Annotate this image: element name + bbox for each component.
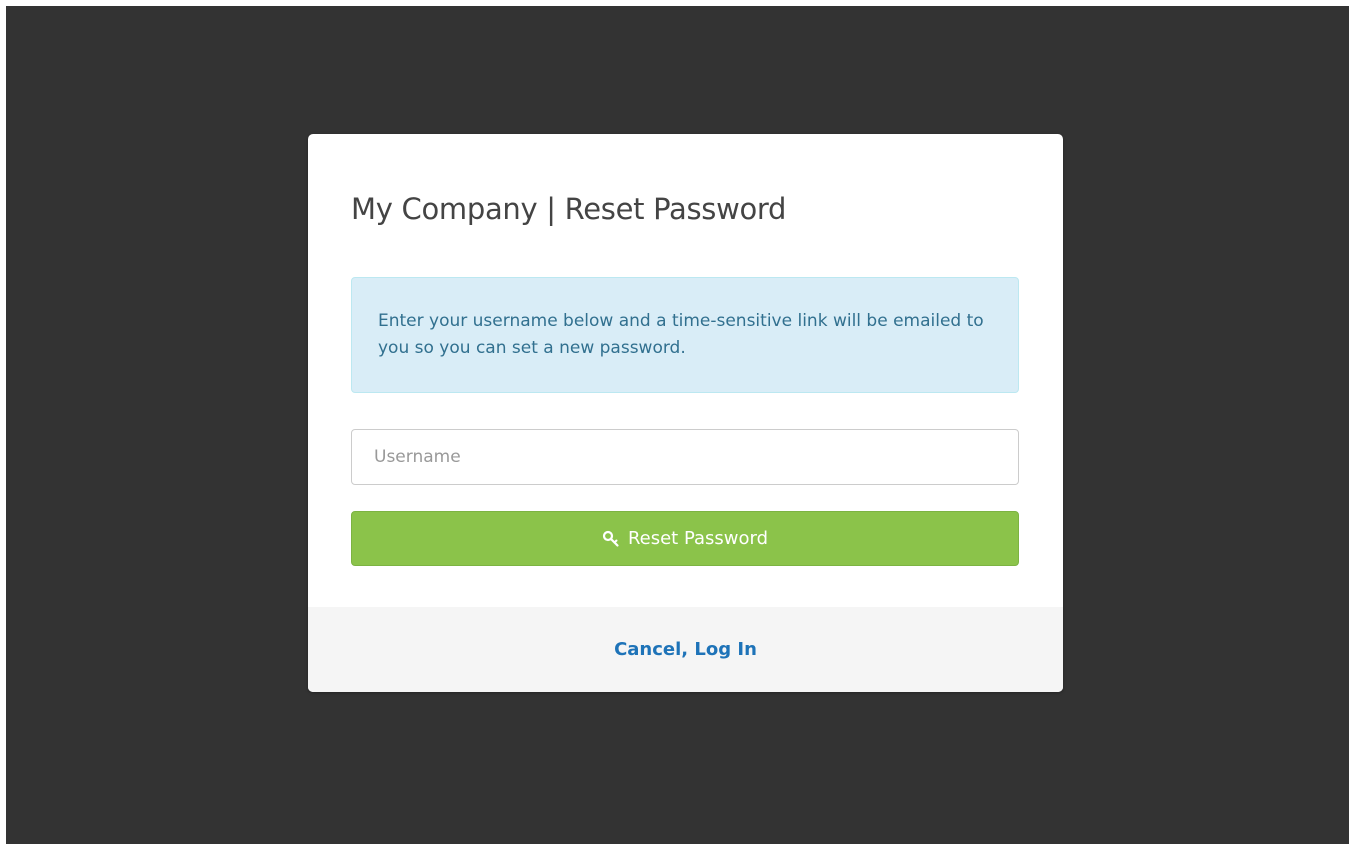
page-title: My Company | Reset Password bbox=[351, 192, 787, 226]
modal-footer: Cancel, Log In bbox=[308, 607, 1063, 692]
username-input[interactable] bbox=[351, 429, 1019, 485]
info-alert: Enter your username below and a time-sen… bbox=[351, 277, 1019, 393]
info-alert-text: Enter your username below and a time-sen… bbox=[378, 311, 984, 358]
reset-password-button[interactable]: Reset Password bbox=[351, 511, 1019, 566]
key-icon bbox=[602, 530, 620, 548]
cancel-login-link[interactable]: Cancel, Log In bbox=[614, 639, 757, 660]
modal-body: My Company | Reset Password Enter your u… bbox=[308, 134, 1063, 607]
reset-password-modal: My Company | Reset Password Enter your u… bbox=[308, 134, 1063, 692]
reset-password-button-label: Reset Password bbox=[627, 528, 769, 549]
